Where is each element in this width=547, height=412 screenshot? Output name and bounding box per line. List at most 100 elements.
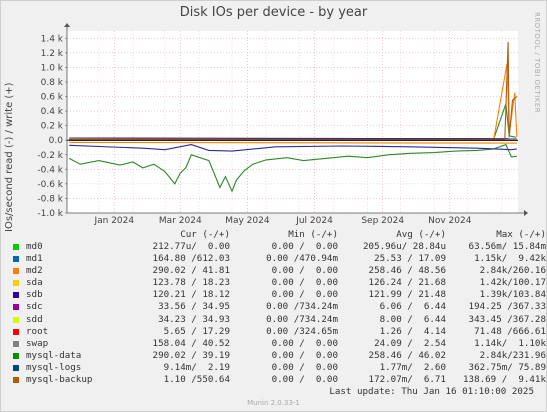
legend-cur: 290.02 / 41.81 bbox=[152, 265, 230, 277]
legend-name: mysql-data bbox=[26, 349, 82, 361]
legend-min: 0.00 / 0.00 bbox=[271, 265, 338, 277]
legend-row: sdb 120.21 / 18.12 0.00 / 0.00 121.99 / 21.… bbox=[12, 289, 546, 301]
y-tick-label: 0.8 k bbox=[41, 78, 64, 88]
legend-min: 0.00 / 0.00 bbox=[271, 289, 338, 301]
y-tick-label: -0.6 k bbox=[37, 180, 63, 190]
legend-max: 138.69 / 9.41k bbox=[463, 374, 546, 386]
legend-name: sdb bbox=[26, 289, 43, 301]
legend-swatch bbox=[13, 340, 19, 347]
legend-min: 0.00 / 0.00 bbox=[271, 241, 338, 252]
legend-avg: 25.53 / 17.09 bbox=[374, 253, 446, 265]
legend-avg: 172.07m/ 6.71 bbox=[368, 374, 446, 386]
legend-cur: 9.14m/ 2.19 bbox=[163, 361, 230, 373]
legend-avg: 1.77m/ 2.60 bbox=[379, 361, 446, 373]
legend-avg: 8.00 / 6.44 bbox=[379, 313, 446, 325]
x-tick-label: May 2024 bbox=[225, 216, 270, 226]
legend-max: 1.42k/100.17 bbox=[479, 277, 546, 289]
grid bbox=[65, 31, 518, 214]
series-line-sdb-write bbox=[69, 137, 517, 140]
legend-swatch bbox=[13, 280, 19, 287]
plot-area: 1.4 k 1.2 k 1.0 k 0.8 k 0.6 k 0.4 k 0.2 k 0.0 -0… bbox=[37, 23, 528, 226]
legend-row: root 5.65 / 17.29 0.00 /324.65m 1.26 / 4.14… bbox=[12, 325, 546, 338]
last-update: Last update: Thu Jan 16 01:10:00 2025 bbox=[329, 386, 534, 397]
legend-swatch bbox=[13, 292, 19, 299]
legend-row: sda 123.78 / 18.23 0.00 / 0.00 126.24 / 21.… bbox=[12, 277, 546, 289]
legend-min: 0.00 / 0.00 bbox=[271, 349, 338, 361]
legend-min: 0.00 / 0.00 bbox=[271, 277, 338, 289]
legend-swatch bbox=[13, 244, 19, 250]
legend-avg: 6.06 / 6.44 bbox=[379, 301, 446, 313]
legend-min: 0.00 /324.65m bbox=[266, 325, 338, 337]
legend-name: mysql-backup bbox=[26, 374, 93, 386]
legend-row: md2 290.02 / 41.81 0.00 / 0.00 258.46 / 48.… bbox=[12, 265, 546, 277]
legend-row: mysql-data 290.02 / 39.19 0.00 / 0.00 258.4… bbox=[12, 349, 546, 362]
x-tick-label: Mar 2024 bbox=[159, 216, 202, 226]
legend-min: 0.00 / 0.00 bbox=[271, 361, 338, 373]
legend-name: md1 bbox=[26, 253, 43, 265]
legend: Cur (-/+) Min (-/+) Avg (-/+) Max (-/+) … bbox=[12, 229, 546, 386]
legend-name: sdd bbox=[26, 313, 43, 325]
legend-row: md1 164.80 /612.03 0.00 /470.94m 25.53 / 17… bbox=[12, 253, 546, 265]
legend-name: mysql-logs bbox=[26, 361, 82, 373]
y-axis-arrow bbox=[64, 23, 70, 27]
legend-avg: 121.99 / 21.48 bbox=[368, 289, 446, 301]
y-tick-label: 1.0 k bbox=[41, 63, 64, 73]
legend-row: mysql-logs 9.14m/ 2.19 0.00 / 0.00 1.77m/ 2… bbox=[12, 361, 546, 374]
legend-avg: 258.46 / 48.56 bbox=[368, 265, 446, 277]
x-ticks: Jan 2024 Mar 2024 May 2024 Jul 2024 Sep 2024… bbox=[93, 216, 471, 226]
legend-name: md0 bbox=[26, 241, 43, 252]
legend-swatch bbox=[13, 377, 19, 384]
legend-header: Cur (-/+) Min (-/+) Avg (-/+) Max (-/+) bbox=[12, 229, 546, 241]
y-tick-label: -0.2 k bbox=[37, 151, 63, 161]
series-line-md2-read bbox=[69, 141, 517, 144]
legend-swatch bbox=[13, 352, 19, 359]
legend-cur: 34.23 / 34.93 bbox=[158, 313, 230, 325]
legend-name: root bbox=[26, 325, 49, 337]
legend-max: 343.45 /367.28 bbox=[468, 313, 546, 325]
legend-max: 71.48 /666.61 bbox=[474, 325, 546, 337]
legend-header-max: Max (-/+) bbox=[496, 229, 546, 240]
legend-max: 2.84k/260.16 bbox=[479, 265, 546, 277]
legend-avg: 24.09 / 2.54 bbox=[374, 337, 446, 349]
legend-name: swap bbox=[26, 337, 49, 349]
legend-max: 63.56m/ 15.84m bbox=[468, 241, 546, 252]
legend-swatch bbox=[13, 364, 19, 371]
legend-row: mysql-backup 1.10 /550.64 0.00 / 0.00 172.0… bbox=[12, 374, 546, 386]
legend-row: sdc 33.56 / 34.95 0.00 /734.24m 6.06 / 6.44… bbox=[12, 301, 546, 313]
y-tick-label: 1.2 k bbox=[41, 49, 64, 59]
legend-swatch bbox=[13, 268, 19, 275]
legend-min: 0.00 /470.94m bbox=[266, 253, 338, 265]
legend-max: 194.25 /367.33 bbox=[468, 301, 546, 313]
y-tick-label: -0.4 k bbox=[37, 165, 63, 175]
y-tick-label: 0.2 k bbox=[41, 122, 64, 132]
y-tick-label: -0.8 k bbox=[37, 194, 63, 204]
legend-cur: 5.65 / 17.29 bbox=[163, 325, 230, 337]
y-tick-label: 0.6 k bbox=[41, 93, 64, 103]
x-tick-label: Sep 2024 bbox=[361, 216, 404, 226]
legend-min: 0.00 /734.24m bbox=[266, 313, 338, 325]
legend-min: 0.00 / 0.00 bbox=[271, 337, 338, 349]
legend-row: md0 212.77u/ 0.00 0.00 / 0.00 205.96u/ 28.8… bbox=[12, 241, 546, 253]
legend-name: md2 bbox=[26, 265, 43, 277]
y-tick-label: 0.4 k bbox=[41, 107, 64, 117]
x-axis-arrow bbox=[524, 210, 528, 216]
legend-max: 1.39k/103.84 bbox=[479, 289, 546, 301]
legend-rows: md0 212.77u/ 0.00 0.00 / 0.00 205.96u/ 28.8… bbox=[12, 241, 546, 386]
legend-name: sda bbox=[26, 277, 43, 289]
legend-cur: 212.77u/ 0.00 bbox=[152, 241, 230, 252]
y-tick-label: 1.4 k bbox=[41, 34, 64, 44]
legend-cur: 158.04 / 40.52 bbox=[152, 337, 230, 349]
legend-swatch bbox=[13, 304, 19, 311]
y-ticks: 1.4 k 1.2 k 1.0 k 0.8 k 0.6 k 0.4 k 0.2 k 0.0 -0… bbox=[37, 34, 63, 219]
legend-max: 2.84k/231.96 bbox=[479, 349, 546, 361]
x-tick-label: Jan 2024 bbox=[93, 216, 134, 226]
legend-max: 1.14k/ 1.10k bbox=[474, 337, 546, 349]
legend-header-avg: Avg (-/+) bbox=[396, 229, 446, 240]
legend-min: 0.00 /734.24m bbox=[266, 301, 338, 313]
legend-row: swap 158.04 / 40.52 0.00 / 0.00 24.09 / 2.5… bbox=[12, 337, 546, 350]
plot-background bbox=[67, 31, 518, 213]
munin-footer: Munin 2.0.33-1 bbox=[247, 399, 300, 407]
y-tick-label: 0.0 bbox=[49, 136, 64, 146]
legend-cur: 120.21 / 18.12 bbox=[152, 289, 230, 301]
legend-name: sdc bbox=[26, 301, 43, 313]
